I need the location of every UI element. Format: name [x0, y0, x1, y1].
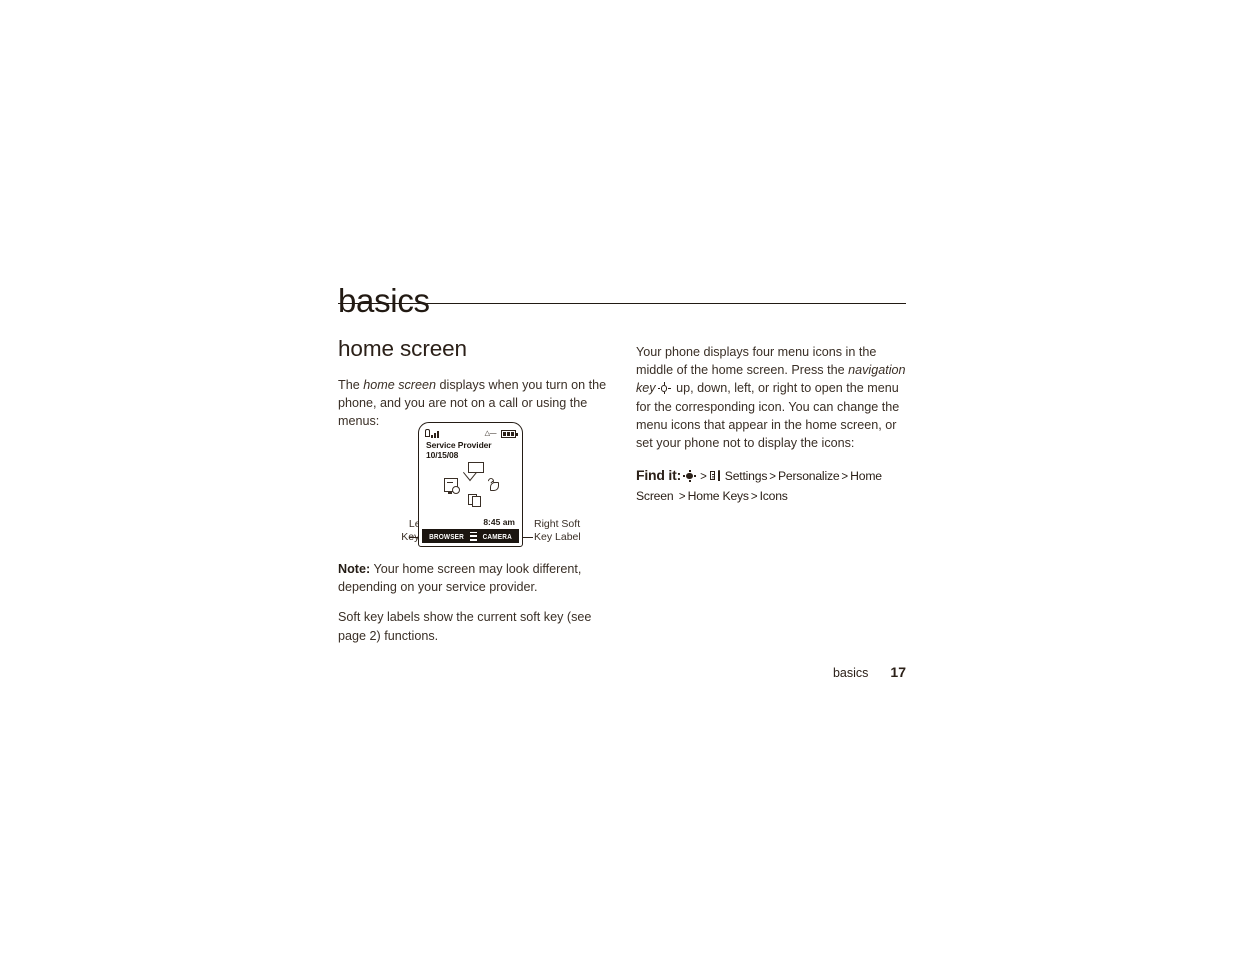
clock-text: 8:45 am	[483, 517, 515, 527]
left-soft-key-label[interactable]: BROWSER	[429, 532, 464, 541]
signal-bars-icon	[425, 429, 441, 438]
documents-pages-icon[interactable]	[468, 494, 482, 508]
navigation-key-icon	[657, 382, 671, 395]
service-provider-text: Service Provider	[426, 440, 492, 450]
status-bar: △—	[425, 428, 518, 439]
soft-key-bar: BROWSER CAMERA	[422, 529, 519, 543]
navigation-key-icon[interactable]	[683, 470, 697, 483]
right-column: Your phone displays four menu icons in t…	[636, 343, 908, 507]
manual-page: basics home screen The home screen displ…	[0, 0, 1235, 954]
menu-item-settings[interactable]: Settings	[725, 469, 768, 483]
menu-icons-text-part1: Your phone displays four menu icons in t…	[636, 345, 877, 378]
section-heading: home screen	[338, 336, 467, 361]
note-label: Note:	[338, 562, 371, 576]
note-text: Your home screen may look different, dep…	[338, 562, 582, 595]
find-it-instruction: Find it: > Settings > Personalize > Home Scree…	[636, 466, 908, 507]
menu-item-icons[interactable]: Icons	[760, 489, 788, 503]
intro-text-part1: The	[338, 377, 364, 392]
home-menu-icons	[426, 462, 515, 510]
path-separator-3: >	[841, 471, 849, 484]
home-screen-illustration: Left Soft Key Label Right Soft Key Label…	[338, 413, 610, 548]
phone-body: △— Service Provider 10/15/08 8:45 am BRO…	[418, 422, 523, 547]
path-separator-4: >	[678, 491, 686, 504]
footer-page-number: 17	[890, 664, 906, 680]
path-separator-5: >	[750, 491, 758, 504]
menu-item-home-keys[interactable]: Home Keys	[688, 489, 749, 503]
footer-section-name: basics	[832, 666, 869, 680]
find-it-label: Find it:	[636, 467, 682, 484]
intro-emphasis: home screen	[363, 377, 437, 392]
page-title: basics	[338, 282, 430, 320]
right-softkey-callout: Right Soft Key Label	[534, 518, 614, 544]
right-softkey-callout-line2: Key Label	[534, 531, 581, 543]
date-text: 10/15/08	[426, 450, 459, 460]
menu-grid-icon[interactable]	[470, 531, 478, 541]
messages-envelope-icon[interactable]	[468, 462, 484, 473]
alert-bell-icon[interactable]	[486, 476, 501, 491]
menu-item-personalize[interactable]: Personalize	[778, 469, 840, 483]
menu-icons-paragraph: Your phone displays four menu icons in t…	[636, 343, 908, 452]
menu-icons-text-part2: up, down, left, or right to open the men…	[636, 381, 900, 451]
note-paragraph: Note: Your home screen may look differen…	[338, 560, 610, 596]
path-separator-1: >	[700, 471, 707, 484]
path-separator-2: >	[769, 471, 776, 484]
softkey-note-paragraph: Soft key labels show the current soft ke…	[338, 610, 592, 643]
phone-screen: △— Service Provider 10/15/08 8:45 am BRO…	[422, 426, 519, 543]
title-divider	[338, 303, 906, 305]
left-column-notes: Note: Your home screen may look differen…	[338, 560, 610, 645]
ringer-alert-icon: △—	[484, 430, 497, 437]
calendar-clock-icon[interactable]	[444, 478, 460, 494]
right-soft-key-label[interactable]: CAMERA	[483, 532, 512, 541]
settings-tools-icon[interactable]	[709, 470, 723, 482]
battery-icon	[501, 429, 518, 438]
page-footer: basics 17	[338, 664, 906, 680]
right-softkey-callout-line1: Right Soft	[534, 518, 581, 530]
